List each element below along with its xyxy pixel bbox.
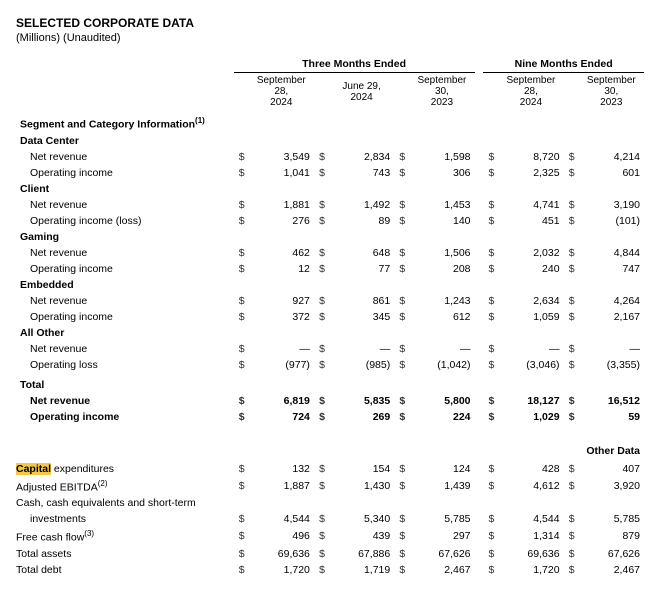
label: Operating loss — [16, 357, 234, 373]
total-label: Total — [16, 373, 644, 393]
category-label-gaming: Gaming — [16, 229, 644, 245]
gaming-opinc: Operating income $ 12 $ 77 $ 208 $ 240 $… — [16, 261, 644, 277]
col1-header: September28,2024 — [249, 73, 314, 111]
label: Net revenue — [16, 149, 234, 165]
other-data-header-row: Other Data — [16, 435, 644, 461]
category-label-datacenter: Data Center — [16, 133, 644, 149]
category-label-allother: All Other — [16, 325, 644, 341]
label: Net revenue — [16, 293, 234, 309]
col2-header: June 29,2024 — [329, 73, 394, 111]
adjusted-ebitda: Adjusted EBITDA(2) $ 1,887 $ 1,430 $ 1,4… — [16, 477, 644, 496]
datacenter-opinc: Operating income $ 1,041 $ 743 $ 306 $ 2… — [16, 165, 644, 181]
total-opinc: Operating income $ 724 $ 269 $ 224 $ 1,0… — [16, 409, 644, 425]
label: Operating income — [16, 309, 234, 325]
investments-label: investments — [16, 511, 234, 527]
total-header-row: Total — [16, 373, 644, 393]
capital-highlight: Capital — [16, 463, 51, 475]
client-netrev: Net revenue $ 1,881 $ 1,492 $ 1,453 $ 4,… — [16, 197, 644, 213]
cash-label-row: Cash, cash equivalents and short-term — [16, 495, 644, 511]
category-allother: All Other — [16, 325, 644, 341]
category-label-embedded: Embedded — [16, 277, 644, 293]
assets-label: Total assets — [16, 546, 234, 562]
three-months-header: Three Months Ended — [234, 56, 475, 73]
allother-oploss: Operating loss $ (977) $ (985) $ (1,042)… — [16, 357, 644, 373]
col5-header: September30,2023 — [579, 73, 644, 111]
nine-months-header: Nine Months Ended — [483, 56, 644, 73]
label: Net revenue — [16, 245, 234, 261]
label: Operating income — [16, 165, 234, 181]
ebitda-label: Adjusted EBITDA(2) — [16, 477, 234, 496]
cash-label: Cash, cash equivalents and short-term — [16, 495, 644, 511]
datacenter-netrev: Net revenue $ 3,549 $ 2,834 $ 1,598 $ 8,… — [16, 149, 644, 165]
gaming-netrev: Net revenue $ 462 $ 648 $ 1,506 $ 2,032 … — [16, 245, 644, 261]
category-gaming: Gaming — [16, 229, 644, 245]
capital-expenditures: Capital expenditures $ 132 $ 154 $ 124 $… — [16, 461, 644, 477]
section-header: Segment and Category Information(1) — [16, 110, 644, 133]
label: Operating income — [16, 261, 234, 277]
cash-investments: investments $ 4,544 $ 5,340 $ 5,785 $ 4,… — [16, 511, 644, 527]
col4-header: September28,2024 — [498, 73, 563, 111]
category-embedded: Embedded — [16, 277, 644, 293]
page-subtitle: (Millions) (Unaudited) — [16, 32, 644, 44]
total-debt: Total debt $ 1,720 $ 1,719 $ 2,467 $ 1,7… — [16, 562, 644, 578]
page-title: SELECTED CORPORATE DATA — [16, 16, 644, 30]
category-datacenter: Data Center — [16, 133, 644, 149]
total-assets: Total assets $ 69,636 $ 67,886 $ 67,626 … — [16, 546, 644, 562]
capital-label: Capital expenditures — [16, 461, 234, 477]
label: Operating income (loss) — [16, 213, 234, 229]
label: Net revenue — [16, 393, 234, 409]
allother-netrev: Net revenue $ — $ — $ — $ — $ — — [16, 341, 644, 357]
debt-label: Total debt — [16, 562, 234, 578]
section-header-row: Segment and Category Information(1) — [16, 110, 644, 133]
label: Net revenue — [16, 341, 234, 357]
label: Net revenue — [16, 197, 234, 213]
fcf-label: Free cash flow(3) — [16, 527, 234, 546]
category-label-client: Client — [16, 181, 644, 197]
client-opincloss: Operating income (loss) $ 276 $ 89 $ 140… — [16, 213, 644, 229]
col3-header: September30,2023 — [409, 73, 474, 111]
main-table: Three Months Ended Nine Months Ended Sep… — [16, 56, 644, 578]
label: Operating income — [16, 409, 234, 425]
embedded-netrev: Net revenue $ 927 $ 861 $ 1,243 $ 2,634 … — [16, 293, 644, 309]
total-netrev: Net revenue $ 6,819 $ 5,835 $ 5,800 $ 18… — [16, 393, 644, 409]
other-data-title: Other Data — [16, 435, 644, 461]
free-cash-flow: Free cash flow(3) $ 496 $ 439 $ 297 $ 1,… — [16, 527, 644, 546]
category-client: Client — [16, 181, 644, 197]
embedded-opinc: Operating income $ 372 $ 345 $ 612 $ 1,0… — [16, 309, 644, 325]
